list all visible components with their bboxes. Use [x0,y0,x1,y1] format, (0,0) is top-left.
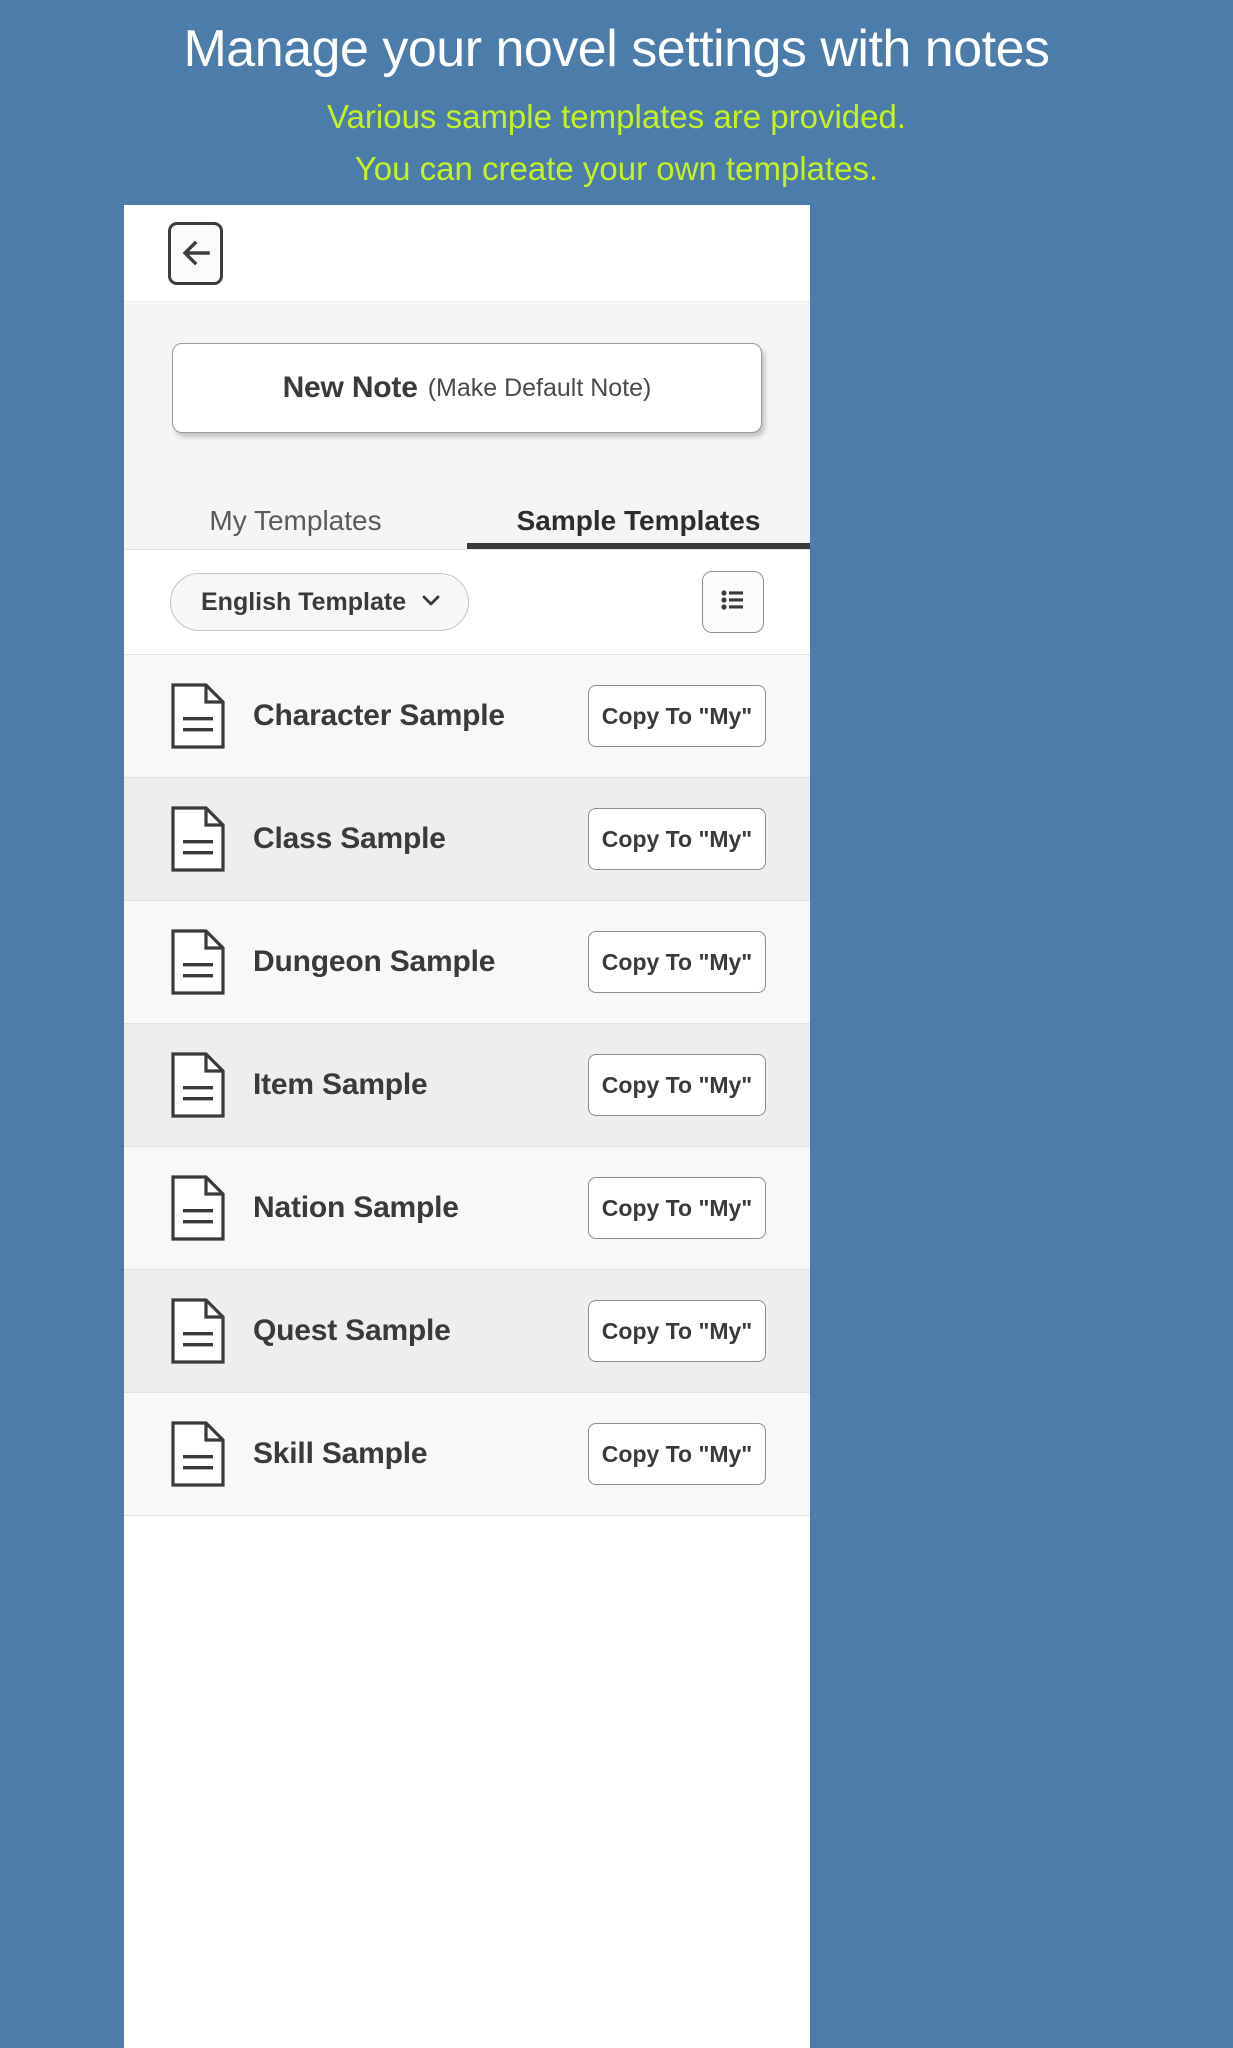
new-note-label: New Note [282,371,418,404]
promo-banner: Manage your novel settings with notes Va… [0,0,1233,194]
template-name: Item Sample [253,1068,428,1101]
new-note-sublabel: (Make Default Note) [427,373,652,402]
template-row[interactable]: Skill Sample Copy To "My" [124,1393,810,1516]
template-tabs: My Templates Sample Templates [124,477,810,550]
tab-sample-templates[interactable]: Sample Templates [467,477,810,549]
copy-to-my-button[interactable]: Copy To "My" [588,808,766,870]
tab-my-templates-label: My Templates [209,505,382,536]
template-name: Quest Sample [253,1314,451,1347]
list-view-button[interactable] [702,571,764,633]
document-icon [170,928,226,996]
template-row[interactable]: Item Sample Copy To "My" [124,1024,810,1147]
document-icon [170,682,226,750]
template-name: Class Sample [253,822,446,855]
copy-to-my-label: Copy To "My" [601,948,753,975]
new-note-button[interactable]: New Note (Make Default Note) [172,343,762,433]
language-template-value: English Template [201,587,407,616]
template-name: Dungeon Sample [253,945,496,978]
copy-to-my-label: Copy To "My" [601,1194,753,1221]
template-name: Character Sample [253,699,505,732]
list-bullets-icon [716,583,750,622]
app-bar [124,205,810,302]
document-icon [170,1051,226,1119]
template-name: Nation Sample [253,1191,459,1224]
template-row[interactable]: Quest Sample Copy To "My" [124,1270,810,1393]
promo-subtitle-line-2: You can create your own templates. [354,149,879,187]
promo-subtitle-line-1: Various sample templates are provided. [326,98,906,136]
copy-to-my-button[interactable]: Copy To "My" [588,931,766,993]
promo-title: Manage your novel settings with notes [183,20,1050,78]
template-row[interactable]: Character Sample Copy To "My" [124,655,810,778]
template-name: Skill Sample [253,1437,428,1470]
copy-to-my-label: Copy To "My" [601,1440,753,1467]
template-row[interactable]: Class Sample Copy To "My" [124,778,810,901]
document-icon [170,1174,226,1242]
tab-sample-templates-label: Sample Templates [516,505,761,536]
chevron-down-icon [418,587,444,618]
template-row[interactable]: Dungeon Sample Copy To "My" [124,901,810,1024]
tab-my-templates[interactable]: My Templates [124,477,467,549]
back-button[interactable] [168,221,223,285]
template-row[interactable]: Nation Sample Copy To "My" [124,1147,810,1270]
arrow-left-icon [178,235,214,271]
new-note-section: New Note (Make Default Note) [124,302,810,477]
copy-to-my-button[interactable]: Copy To "My" [588,1054,766,1116]
copy-to-my-button[interactable]: Copy To "My" [588,685,766,747]
copy-to-my-button[interactable]: Copy To "My" [588,1177,766,1239]
app-screenshot: New Note (Make Default Note) My Template… [124,205,810,2048]
copy-to-my-label: Copy To "My" [601,1071,753,1098]
copy-to-my-label: Copy To "My" [601,1317,753,1344]
filter-bar: English Template [124,550,810,655]
document-icon [170,1297,226,1365]
template-list: Character Sample Copy To "My" Class Sample… [124,655,810,1516]
document-icon [170,805,226,873]
document-icon [170,1420,226,1488]
copy-to-my-button[interactable]: Copy To "My" [588,1300,766,1362]
language-template-select[interactable]: English Template [170,573,469,631]
copy-to-my-button[interactable]: Copy To "My" [588,1423,766,1485]
copy-to-my-label: Copy To "My" [601,702,753,729]
copy-to-my-label: Copy To "My" [601,825,753,852]
